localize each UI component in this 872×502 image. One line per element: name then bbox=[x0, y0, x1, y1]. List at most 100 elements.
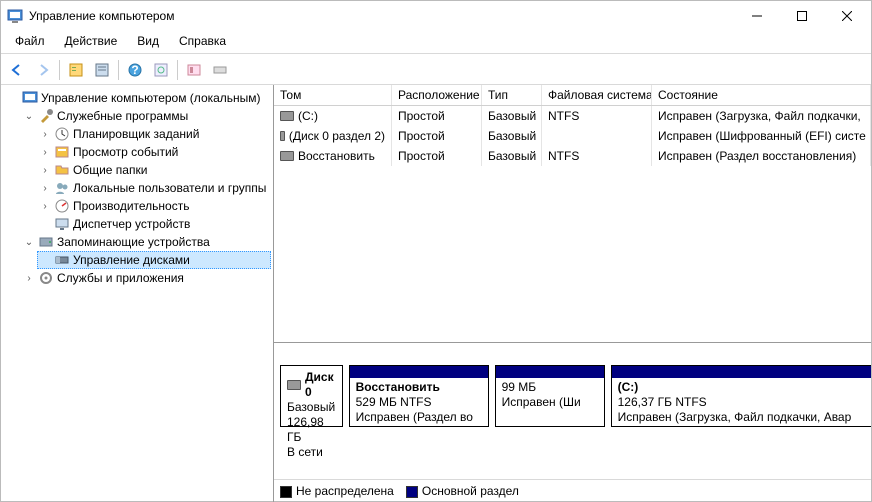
horizontal-scrollbar[interactable] bbox=[274, 343, 871, 359]
partition-header bbox=[612, 366, 871, 378]
partition-header bbox=[350, 366, 488, 378]
volume-name: Восстановить bbox=[298, 149, 375, 163]
partition[interactable]: Восстановить529 МБ NTFSИсправен (Раздел … bbox=[349, 365, 489, 427]
titlebar: Управление компьютером bbox=[1, 1, 871, 31]
column-layout[interactable]: Расположение bbox=[392, 85, 482, 105]
app-icon bbox=[7, 8, 23, 24]
tree-event-viewer[interactable]: ›Просмотр событий bbox=[37, 143, 271, 161]
folder-icon bbox=[54, 162, 70, 178]
expand-icon[interactable]: › bbox=[39, 200, 51, 212]
tree-device-manager[interactable]: Диспетчер устройств bbox=[37, 215, 271, 233]
disk-row[interactable]: Диск 0 Базовый 126,98 ГБ В сети Восстано… bbox=[280, 365, 865, 427]
tree-label: Планировщик заданий bbox=[73, 127, 199, 141]
tree-label: Локальные пользователи и группы bbox=[73, 181, 266, 195]
toolbar-separator bbox=[59, 60, 60, 80]
expand-icon[interactable]: › bbox=[39, 164, 51, 176]
divider bbox=[1, 53, 871, 54]
disk-icon bbox=[54, 252, 70, 268]
volume-row[interactable]: ВосстановитьПростойБазовыйNTFSИсправен (… bbox=[274, 146, 871, 166]
refresh-button[interactable] bbox=[149, 58, 173, 82]
tree-pane[interactable]: Управление компьютером (локальным) ⌄ Слу… bbox=[1, 85, 273, 502]
collapse-icon[interactable]: ⌄ bbox=[23, 236, 35, 248]
volume-type: Базовый bbox=[482, 146, 542, 166]
forward-button[interactable] bbox=[31, 58, 55, 82]
tree-label: Службы и приложения bbox=[57, 271, 184, 285]
column-type[interactable]: Тип bbox=[482, 85, 542, 105]
volume-list[interactable]: Том Расположение Тип Файловая система Со… bbox=[274, 85, 871, 343]
volume-name: (C:) bbox=[298, 109, 318, 123]
svg-text:?: ? bbox=[131, 63, 138, 77]
column-volume[interactable]: Том bbox=[274, 85, 392, 105]
tree-task-scheduler[interactable]: › Планировщик заданий bbox=[37, 125, 271, 143]
volume-status: Исправен (Раздел восстановления) bbox=[652, 146, 871, 166]
back-button[interactable] bbox=[5, 58, 29, 82]
volume-layout: Простой bbox=[392, 106, 482, 126]
toolbar-separator bbox=[177, 60, 178, 80]
tree-label: Служебные программы bbox=[57, 109, 188, 123]
volume-fs: NTFS bbox=[542, 106, 652, 126]
disk-icon bbox=[287, 377, 301, 393]
more-button[interactable] bbox=[208, 58, 232, 82]
volume-layout: Простой bbox=[392, 126, 482, 146]
expand-icon[interactable]: › bbox=[23, 272, 35, 284]
partition-status: Исправен (Ши bbox=[502, 395, 598, 410]
partition-size: 126,37 ГБ NTFS bbox=[618, 395, 871, 410]
volume-status: Исправен (Шифрованный (EFI) систе bbox=[652, 126, 871, 146]
expand-icon[interactable]: › bbox=[39, 182, 51, 194]
window-title: Управление компьютером bbox=[29, 9, 734, 23]
disk-info[interactable]: Диск 0 Базовый 126,98 ГБ В сети bbox=[280, 365, 343, 427]
tree-label: Запоминающие устройства bbox=[57, 235, 210, 249]
legend-primary: Основной раздел bbox=[406, 484, 519, 498]
performance-icon bbox=[54, 198, 70, 214]
tree-local-users[interactable]: › Локальные пользователи и группы bbox=[37, 179, 271, 197]
partition-title: (C:) bbox=[618, 380, 871, 395]
toolbar: ? bbox=[1, 56, 871, 84]
expand-icon[interactable]: › bbox=[39, 146, 51, 158]
tree-disk-management[interactable]: Управление дисками bbox=[37, 251, 271, 269]
close-button[interactable] bbox=[824, 2, 869, 30]
help-button[interactable]: ? bbox=[123, 58, 147, 82]
tree-system-tools[interactable]: ⌄ Служебные программы bbox=[21, 107, 271, 125]
legend-unallocated: Не распределена bbox=[280, 484, 394, 498]
volume-type: Базовый bbox=[482, 106, 542, 126]
volume-layout: Простой bbox=[392, 146, 482, 166]
menu-help[interactable]: Справка bbox=[169, 32, 236, 50]
partition-status: Исправен (Загрузка, Файл подкачки, Авар bbox=[618, 410, 871, 425]
computer-icon bbox=[22, 90, 38, 106]
tree-shared-folders[interactable]: ›Общие папки bbox=[37, 161, 271, 179]
menu-action[interactable]: Действие bbox=[55, 32, 128, 50]
maximize-button[interactable] bbox=[779, 2, 824, 30]
settings-button[interactable] bbox=[182, 58, 206, 82]
partition-status: Исправен (Раздел во bbox=[356, 410, 482, 425]
partition-header bbox=[496, 366, 604, 378]
minimize-button[interactable] bbox=[734, 2, 779, 30]
tree-storage[interactable]: ⌄ Запоминающие устройства bbox=[21, 233, 271, 251]
tree-root[interactable]: Управление компьютером (локальным) bbox=[5, 89, 271, 107]
volume-icon bbox=[280, 131, 285, 141]
tools-icon bbox=[38, 108, 54, 124]
partition-size: 529 МБ NTFS bbox=[356, 395, 482, 410]
expand-icon[interactable]: › bbox=[39, 128, 51, 140]
disk-name: Диск 0 bbox=[305, 370, 336, 400]
disk-size: 126,98 ГБ bbox=[287, 415, 336, 445]
column-status[interactable]: Состояние bbox=[652, 85, 871, 105]
partition[interactable]: (C:)126,37 ГБ NTFSИсправен (Загрузка, Фа… bbox=[611, 365, 871, 427]
menu-view[interactable]: Вид bbox=[127, 32, 169, 50]
right-pane: Том Расположение Тип Файловая система Со… bbox=[273, 85, 871, 502]
properties-button[interactable] bbox=[90, 58, 114, 82]
volume-row[interactable]: (C:)ПростойБазовыйNTFSИсправен (Загрузка… bbox=[274, 106, 871, 126]
tree-services[interactable]: › Службы и приложения bbox=[21, 269, 271, 287]
device-icon bbox=[54, 216, 70, 232]
volume-row[interactable]: (Диск 0 раздел 2)ПростойБазовыйИсправен … bbox=[274, 126, 871, 146]
show-hide-tree-button[interactable] bbox=[64, 58, 88, 82]
volume-icon bbox=[280, 111, 294, 121]
column-filesystem[interactable]: Файловая система bbox=[542, 85, 652, 105]
partition[interactable]: 99 МБИсправен (Ши bbox=[495, 365, 605, 427]
collapse-icon[interactable]: ⌄ bbox=[23, 110, 35, 122]
tree-performance[interactable]: ›Производительность bbox=[37, 197, 271, 215]
swatch-black-icon bbox=[280, 486, 292, 498]
menu-file[interactable]: Файл bbox=[5, 32, 55, 50]
users-icon bbox=[54, 180, 70, 196]
legend: Не распределена Основной раздел bbox=[274, 479, 871, 502]
volume-name: (Диск 0 раздел 2) bbox=[289, 129, 385, 143]
